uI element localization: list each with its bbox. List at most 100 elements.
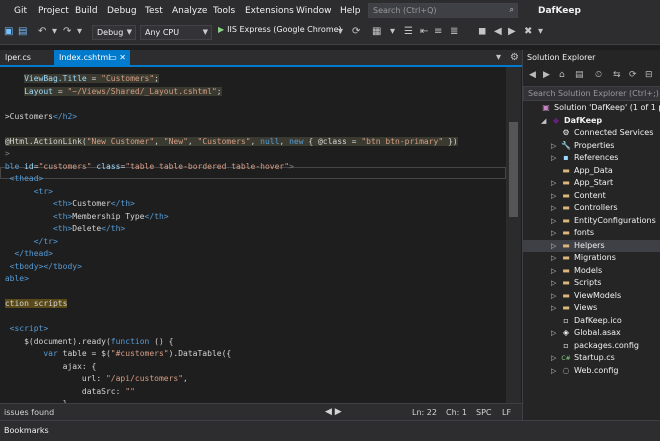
menu-tools[interactable]: Tools (213, 6, 235, 16)
expand-arrow-icon[interactable]: ▷ (551, 252, 560, 264)
expand-arrow-icon[interactable]: ▷ (551, 265, 560, 277)
menu-build[interactable]: Build (75, 6, 98, 16)
expand-arrow-icon[interactable]: ▷ (551, 302, 560, 314)
save-icon[interactable]: ▣ (4, 26, 13, 37)
tree-item[interactable]: ▷ ▬ Controllers (523, 202, 660, 214)
scrollbar-thumb[interactable] (509, 122, 518, 217)
undo-icon[interactable]: ↶ (38, 26, 46, 37)
pin-icon[interactable]: ▭ (109, 53, 117, 62)
tree-item[interactable]: ▷ ▬ Content (523, 190, 660, 202)
toolbar-overflow-icon[interactable]: ▾ (538, 26, 543, 37)
sync-icon[interactable]: ⇆ (613, 70, 621, 80)
tree-item[interactable]: ▷ C# Startup.cs (523, 352, 660, 364)
tree-item[interactable]: ▫ DafKeep.ico (523, 315, 660, 327)
line-ending[interactable]: LF (502, 408, 511, 417)
redo-icon[interactable]: ↷ (63, 26, 71, 37)
comment-icon[interactable]: ≡ (434, 26, 442, 37)
menu-debug[interactable]: Debug (107, 6, 137, 16)
configuration-select[interactable]: Debug ▼ (92, 25, 136, 40)
expand-arrow-icon[interactable]: ▷ (551, 290, 560, 302)
close-icon[interactable]: ✕ (119, 53, 126, 62)
collapse-all-icon[interactable]: ⊟ (645, 70, 653, 80)
tree-item[interactable]: ⚙ Connected Services (523, 127, 660, 139)
menu-project[interactable]: Project (38, 6, 69, 16)
tree-item[interactable]: ▷ ▬ ViewModels (523, 290, 660, 302)
next-bookmark-icon[interactable]: ▶ (508, 26, 516, 37)
tree-item[interactable]: ▷ ▬ Migrations (523, 252, 660, 264)
expand-arrow-icon[interactable]: ▷ (551, 215, 560, 227)
folder-icon: ▬ (562, 303, 570, 312)
expand-arrow-icon[interactable]: ▷ (551, 327, 560, 339)
run-button[interactable]: ▶ IIS Express (Google Chrome) (218, 25, 342, 40)
pending-changes-icon[interactable]: ▤ (575, 70, 584, 80)
run-dropdown-icon[interactable]: ▾ (338, 26, 343, 37)
prev-bookmark-icon[interactable]: ◀ (494, 26, 502, 37)
expand-arrow-icon[interactable]: ▷ (551, 365, 560, 377)
tree-item[interactable]: ▷ ▬ fonts (523, 227, 660, 239)
expand-arrow-icon[interactable]: ▷ (551, 277, 560, 289)
code-line: ble id="customers" class="table table-bo… (0, 161, 294, 173)
tree-item[interactable]: ▣ Solution 'DafKeep' (1 of 1 project) (523, 102, 660, 114)
refresh-icon[interactable]: ⟳ (629, 70, 637, 80)
line-number[interactable]: Ln: 22 (412, 408, 437, 417)
expand-arrow-icon[interactable]: ◢ (541, 115, 550, 127)
solution-explorer-search[interactable]: Search Solution Explorer (Ctrl+;) (523, 86, 660, 101)
save-all-icon[interactable]: ▤ (18, 26, 27, 37)
menu-help[interactable]: Help (340, 6, 361, 16)
code-editor[interactable]: ViewBag.Title = "Customers"; Layout = "~… (0, 67, 506, 403)
expand-arrow-icon[interactable]: ▷ (551, 227, 560, 239)
tree-item[interactable]: ▬ App_Data (523, 165, 660, 177)
bookmarks-tab[interactable]: Bookmarks (4, 426, 49, 435)
tab-dropdown-icon[interactable]: ▾ (496, 52, 501, 63)
clear-bookmarks-icon[interactable]: ✖ (524, 26, 532, 37)
tree-item[interactable]: ▷ ◈ Global.asax (523, 327, 660, 339)
tree-item[interactable]: ▷ ▬ Scripts (523, 277, 660, 289)
code-token: table = $( (57, 349, 111, 358)
tree-item[interactable]: ▷ ▬ EntityConfigurations (523, 215, 660, 227)
editor-scrollbar[interactable] (506, 67, 521, 403)
tree-item[interactable]: ▷ ◌ Web.config (523, 365, 660, 377)
navigate-icon[interactable]: ◀ ▶ (325, 407, 342, 417)
menu-analyze[interactable]: Analyze (172, 6, 207, 16)
menu-test[interactable]: Test (145, 6, 163, 16)
redo-dropdown-icon[interactable]: ▾ (77, 26, 82, 37)
column-number[interactable]: Ch: 1 (446, 408, 467, 417)
tree-item[interactable]: ▷ ▪ References (523, 152, 660, 164)
align-icon[interactable]: ☰ (404, 26, 413, 37)
dropdown-icon[interactable]: ▾ (390, 26, 395, 37)
issues-status[interactable]: issues found (4, 408, 54, 417)
tree-item[interactable]: ▷ ▬ Helpers (523, 239, 660, 252)
forward-icon[interactable]: ▶ (543, 70, 550, 80)
whitespace-mode[interactable]: SPC (476, 408, 492, 417)
settings-icon[interactable]: ⚙ (510, 52, 519, 63)
tab-helper-cs[interactable]: lper.cs (0, 50, 52, 65)
platform-select[interactable]: Any CPU ▼ (140, 25, 212, 40)
back-icon[interactable]: ◀ (529, 70, 536, 80)
refresh-icon[interactable]: ⟳ (352, 26, 360, 37)
menu-extensions[interactable]: Extensions (245, 6, 294, 16)
history-icon[interactable]: ⏲ (595, 70, 602, 80)
tree-item[interactable]: ▷ ▬ Views (523, 302, 660, 314)
quick-launch-input[interactable]: Search (Ctrl+Q) ⌕ (368, 3, 518, 18)
tree-item[interactable]: ▷ ▬ Models (523, 265, 660, 277)
uncomment-icon[interactable]: ≣ (450, 26, 458, 37)
expand-arrow-icon[interactable]: ▷ (551, 152, 560, 164)
expand-arrow-icon[interactable]: ▷ (551, 240, 560, 252)
outdent-icon[interactable]: ⇤ (420, 26, 428, 37)
expand-arrow-icon[interactable]: ▷ (551, 202, 560, 214)
tree-item[interactable]: ▫ packages.config (523, 340, 660, 352)
bookmark-icon[interactable]: ◼ (478, 26, 486, 37)
menu-git[interactable]: Git (14, 6, 27, 16)
menu-window[interactable]: Window (296, 6, 332, 16)
tree-item[interactable]: ◢ ◆ DafKeep (523, 115, 660, 127)
tree-item[interactable]: ▷ 🔧 Properties (523, 140, 660, 152)
expand-arrow-icon[interactable]: ▷ (551, 140, 560, 152)
expand-arrow-icon[interactable]: ▷ (551, 352, 560, 364)
tab-index-cshtml[interactable]: Index.cshtml ▭ ✕ (54, 50, 130, 65)
tree-item[interactable]: ▷ ▬ App_Start (523, 177, 660, 189)
browser-link-icon[interactable]: ▦ (372, 26, 381, 37)
undo-dropdown-icon[interactable]: ▾ (52, 26, 57, 37)
home-icon[interactable]: ⌂ (559, 70, 565, 80)
expand-arrow-icon[interactable]: ▷ (551, 177, 560, 189)
expand-arrow-icon[interactable]: ▷ (551, 190, 560, 202)
